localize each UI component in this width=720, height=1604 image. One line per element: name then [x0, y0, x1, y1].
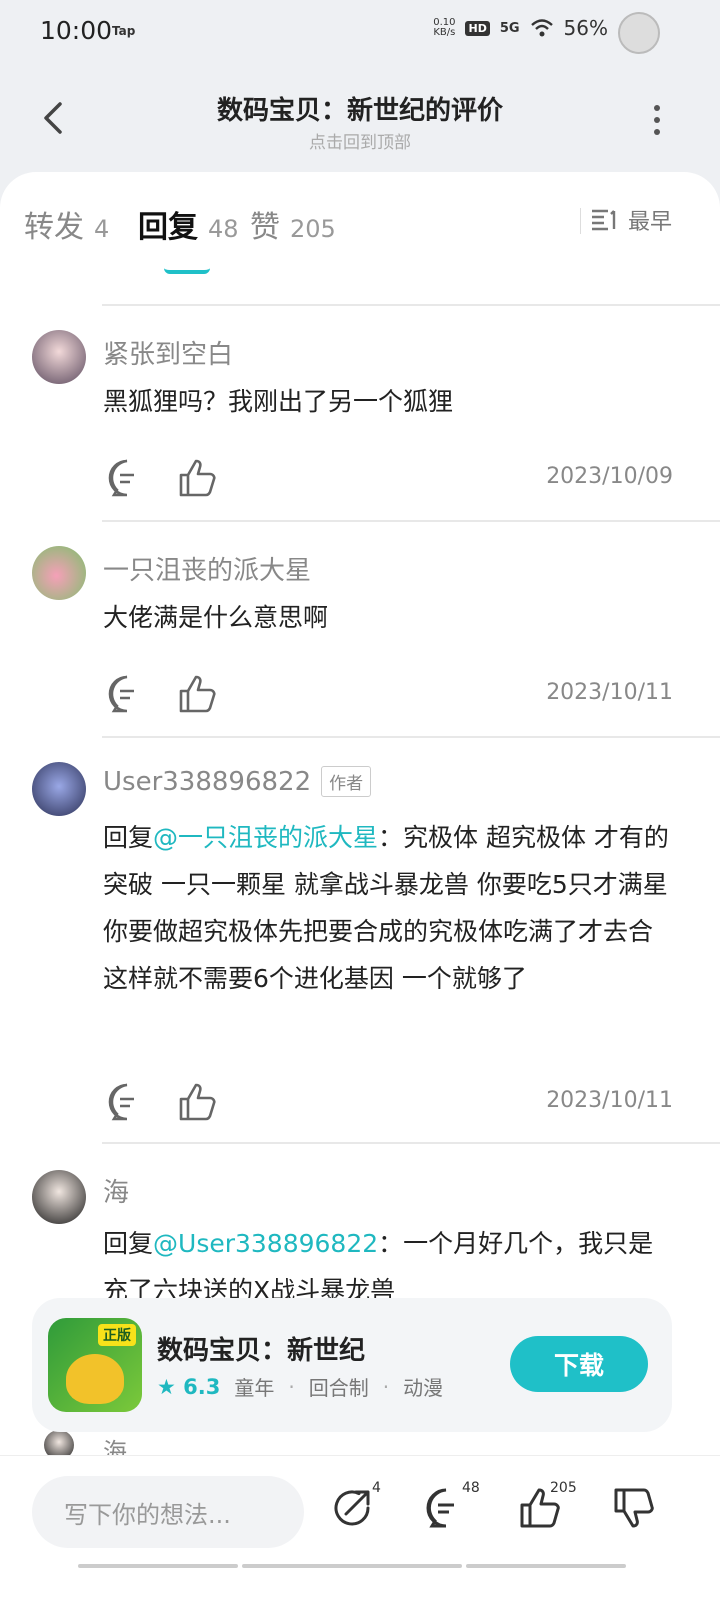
game-mascot-shape [66, 1354, 124, 1404]
signal-icon: 5G [499, 20, 520, 36]
net-speed: 0.10 KB/s [433, 17, 456, 38]
comment-author[interactable]: 一只沮丧的派大星 [103, 550, 311, 587]
tag-separator: · [288, 1374, 295, 1399]
game-tag: 童年 [234, 1376, 275, 1400]
game-promo-card[interactable]: 正版 数码宝贝：新世纪 ★ 6.3 童年 · 回合制 · 动漫 下载 [32, 1298, 672, 1432]
comment-item: 海 回复@User338896822：一个月好几个，我只是充了六块送的X战斗暴龙… [0, 1144, 720, 1303]
comment-actions: 2023/10/09 [103, 456, 673, 500]
dislike-icon[interactable] [612, 1486, 656, 1530]
status-bar: 10:00 Tap 0.10 KB/s HD 5G 56% [0, 0, 720, 62]
sort-icon [591, 209, 616, 231]
wifi-icon [530, 19, 553, 37]
comment-text: 黑狐狸吗？我刚出了另一个狐狸 [103, 387, 454, 416]
game-meta: ★ 6.3 童年 · 回合制 · 动漫 [157, 1372, 443, 1401]
comment-input[interactable]: 写下你的想法... [32, 1476, 304, 1548]
nav-indicator [78, 1564, 238, 1568]
comment-author[interactable]: 紧张到空白 [103, 334, 233, 371]
comment-author[interactable]: User338896822 作者 [103, 766, 372, 797]
game-tag: 动漫 [403, 1376, 444, 1400]
like-icon[interactable] [175, 456, 219, 500]
page-title[interactable]: 数码宝贝：新世纪的评价 [0, 90, 720, 127]
reply-icon[interactable] [105, 456, 149, 500]
reply-icon[interactable] [105, 1080, 149, 1124]
avatar [44, 1430, 74, 1456]
download-button[interactable]: 下载 [510, 1336, 648, 1392]
tab-bar: 转发 4 回复 48 赞 205 最早 [0, 172, 720, 262]
game-name: 数码宝贝：新世纪 [157, 1336, 366, 1366]
comment-actions: 2023/10/11 [103, 672, 673, 716]
sort-button[interactable]: 最早 [590, 204, 672, 236]
game-logo: 正版 [48, 1318, 142, 1412]
battery-level: 56% [563, 16, 608, 40]
status-tap-icon: Tap [112, 24, 136, 38]
comment-date: 2023/10/11 [546, 680, 673, 705]
comment-item: User338896822 作者 回复@一只沮丧的派大星：究极体 超究极体 才有… [0, 738, 720, 1144]
tab-reposts[interactable]: 转发 4 [24, 202, 109, 246]
like-icon[interactable] [175, 672, 219, 716]
comment-author: 海 [103, 1438, 127, 1456]
comment-author[interactable]: 海 [103, 1172, 129, 1209]
like-count: 205 [550, 1480, 577, 1496]
comment-text: 回复@User338896822：一个月好几个，我只是充了六块送的X战斗暴龙兽 [103, 1229, 654, 1303]
like-icon[interactable] [175, 1080, 219, 1124]
status-right: 0.10 KB/s HD 5G 56% [433, 16, 608, 40]
tag-separator: · [382, 1374, 390, 1399]
star-icon: ★ [157, 1374, 176, 1399]
game-rating: ★ 6.3 [157, 1374, 221, 1399]
comment-actions: 2023/10/11 [103, 1080, 673, 1124]
top-nav: 数码宝贝：新世纪的评价 点击回到顶部 [0, 62, 720, 172]
comment-item: 紧张到空白 黑狐狸吗？我刚出了另一个狐狸 2023/10/09 [0, 306, 720, 520]
liked-indicator [164, 262, 210, 274]
share-icon[interactable] [330, 1486, 374, 1530]
comment-text: 回复@一只沮丧的派大星：究极体 超究极体 才有的突破 一只一颗星 就拿战斗暴龙兽… [103, 823, 669, 993]
comment-text: 大佬满是什么意思啊 [103, 603, 329, 632]
more-options-icon[interactable] [652, 102, 662, 138]
tab-replies[interactable]: 回复 48 [138, 202, 239, 246]
mention-link[interactable]: @User338896822 [153, 1229, 378, 1258]
comment-date: 2023/10/11 [546, 1088, 673, 1113]
reply-icon[interactable] [105, 672, 149, 716]
comment-item: 一只沮丧的派大星 大佬满是什么意思啊 2023/10/11 [0, 522, 720, 736]
game-tag: 回合制 [308, 1376, 369, 1400]
mention-link[interactable]: @一只沮丧的派大星 [153, 823, 378, 852]
share-count: 4 [372, 1480, 381, 1496]
avatar[interactable] [32, 1170, 86, 1224]
tab-likes[interactable]: 赞 205 [250, 202, 336, 246]
avatar[interactable] [32, 762, 86, 816]
avatar[interactable] [32, 330, 86, 384]
comment-date: 2023/10/09 [546, 464, 673, 489]
author-badge: 作者 [321, 766, 372, 797]
nav-indicator [242, 1564, 462, 1568]
game-logo-badge: 正版 [98, 1324, 136, 1346]
bottom-action-bar: 写下你的想法... 4 48 205 [0, 1455, 720, 1604]
back-to-top-hint[interactable]: 点击回到顶部 [0, 128, 720, 153]
avatar[interactable] [32, 546, 86, 600]
hd-icon: HD [465, 20, 490, 36]
nav-indicator [466, 1564, 626, 1568]
status-time: 10:00 [40, 16, 113, 45]
comment-list: 紧张到空白 黑狐狸吗？我刚出了另一个狐狸 2023/10/09 一只沮丧的派大星… [0, 262, 720, 1303]
reply-count: 48 [462, 1480, 480, 1496]
status-avatar-icon [618, 12, 660, 54]
sort-divider [580, 208, 581, 234]
previous-comment-tail [102, 262, 720, 306]
